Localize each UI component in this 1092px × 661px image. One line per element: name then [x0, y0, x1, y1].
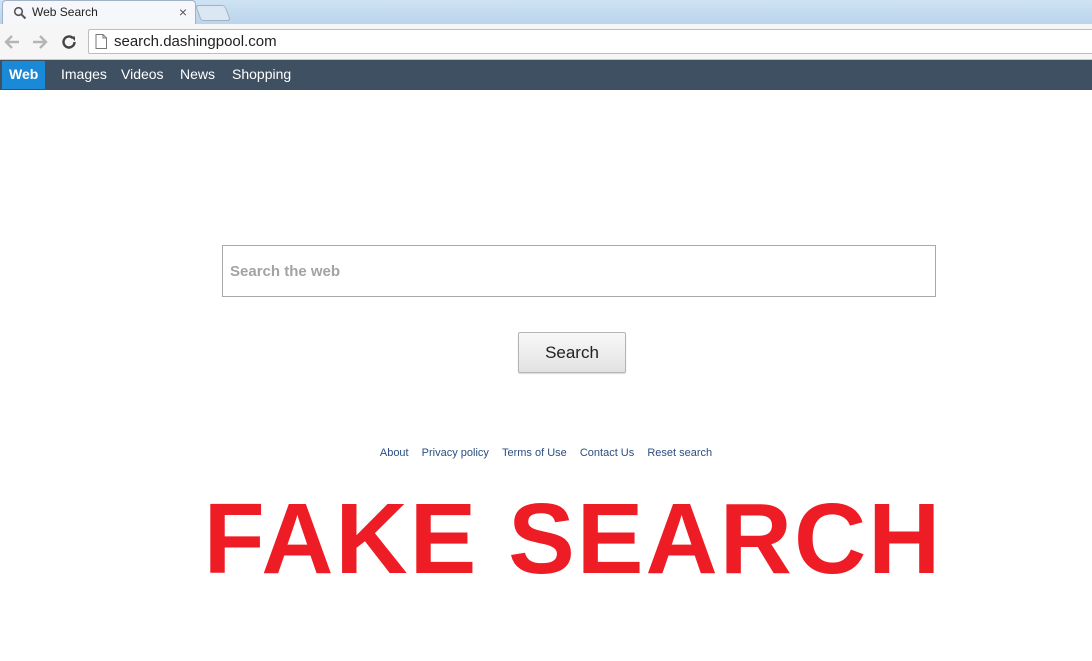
- url-text: search.dashingpool.com: [114, 33, 277, 50]
- tab-title: Web Search: [32, 5, 98, 19]
- search-box: [222, 245, 936, 297]
- close-icon[interactable]: ×: [179, 4, 187, 20]
- footer-link-about[interactable]: About: [380, 447, 409, 459]
- footer-link-terms[interactable]: Terms of Use: [502, 447, 567, 459]
- forward-icon[interactable]: [30, 32, 50, 52]
- footer-link-reset[interactable]: Reset search: [647, 447, 712, 459]
- nav-item-images[interactable]: Images: [61, 60, 107, 89]
- browser-tabstrip: Web Search ×: [0, 0, 1092, 24]
- footer-link-privacy[interactable]: Privacy policy: [422, 447, 489, 459]
- search-button[interactable]: Search: [518, 332, 626, 373]
- search-icon: [13, 6, 27, 20]
- nav-item-shopping[interactable]: Shopping: [232, 60, 291, 89]
- nav-item-videos[interactable]: Videos: [121, 60, 164, 89]
- new-tab-button[interactable]: [195, 5, 231, 21]
- footer-links: About Privacy policy Terms of Use Contac…: [0, 447, 1092, 459]
- search-input[interactable]: [223, 246, 935, 296]
- browser-tab[interactable]: Web Search ×: [2, 0, 196, 24]
- nav-item-news[interactable]: News: [180, 60, 215, 89]
- nav-item-web[interactable]: Web: [2, 61, 46, 89]
- browser-toolbar: search.dashingpool.com: [0, 24, 1092, 60]
- site-navbar: Web Images Videos News Shopping: [0, 60, 1092, 90]
- fake-search-overlay: FAKE SEARCH: [203, 483, 943, 595]
- footer-link-contact[interactable]: Contact Us: [580, 447, 634, 459]
- address-bar[interactable]: search.dashingpool.com: [88, 29, 1092, 54]
- back-icon[interactable]: [2, 32, 22, 52]
- reload-icon[interactable]: [59, 32, 79, 52]
- page-icon: [95, 34, 107, 49]
